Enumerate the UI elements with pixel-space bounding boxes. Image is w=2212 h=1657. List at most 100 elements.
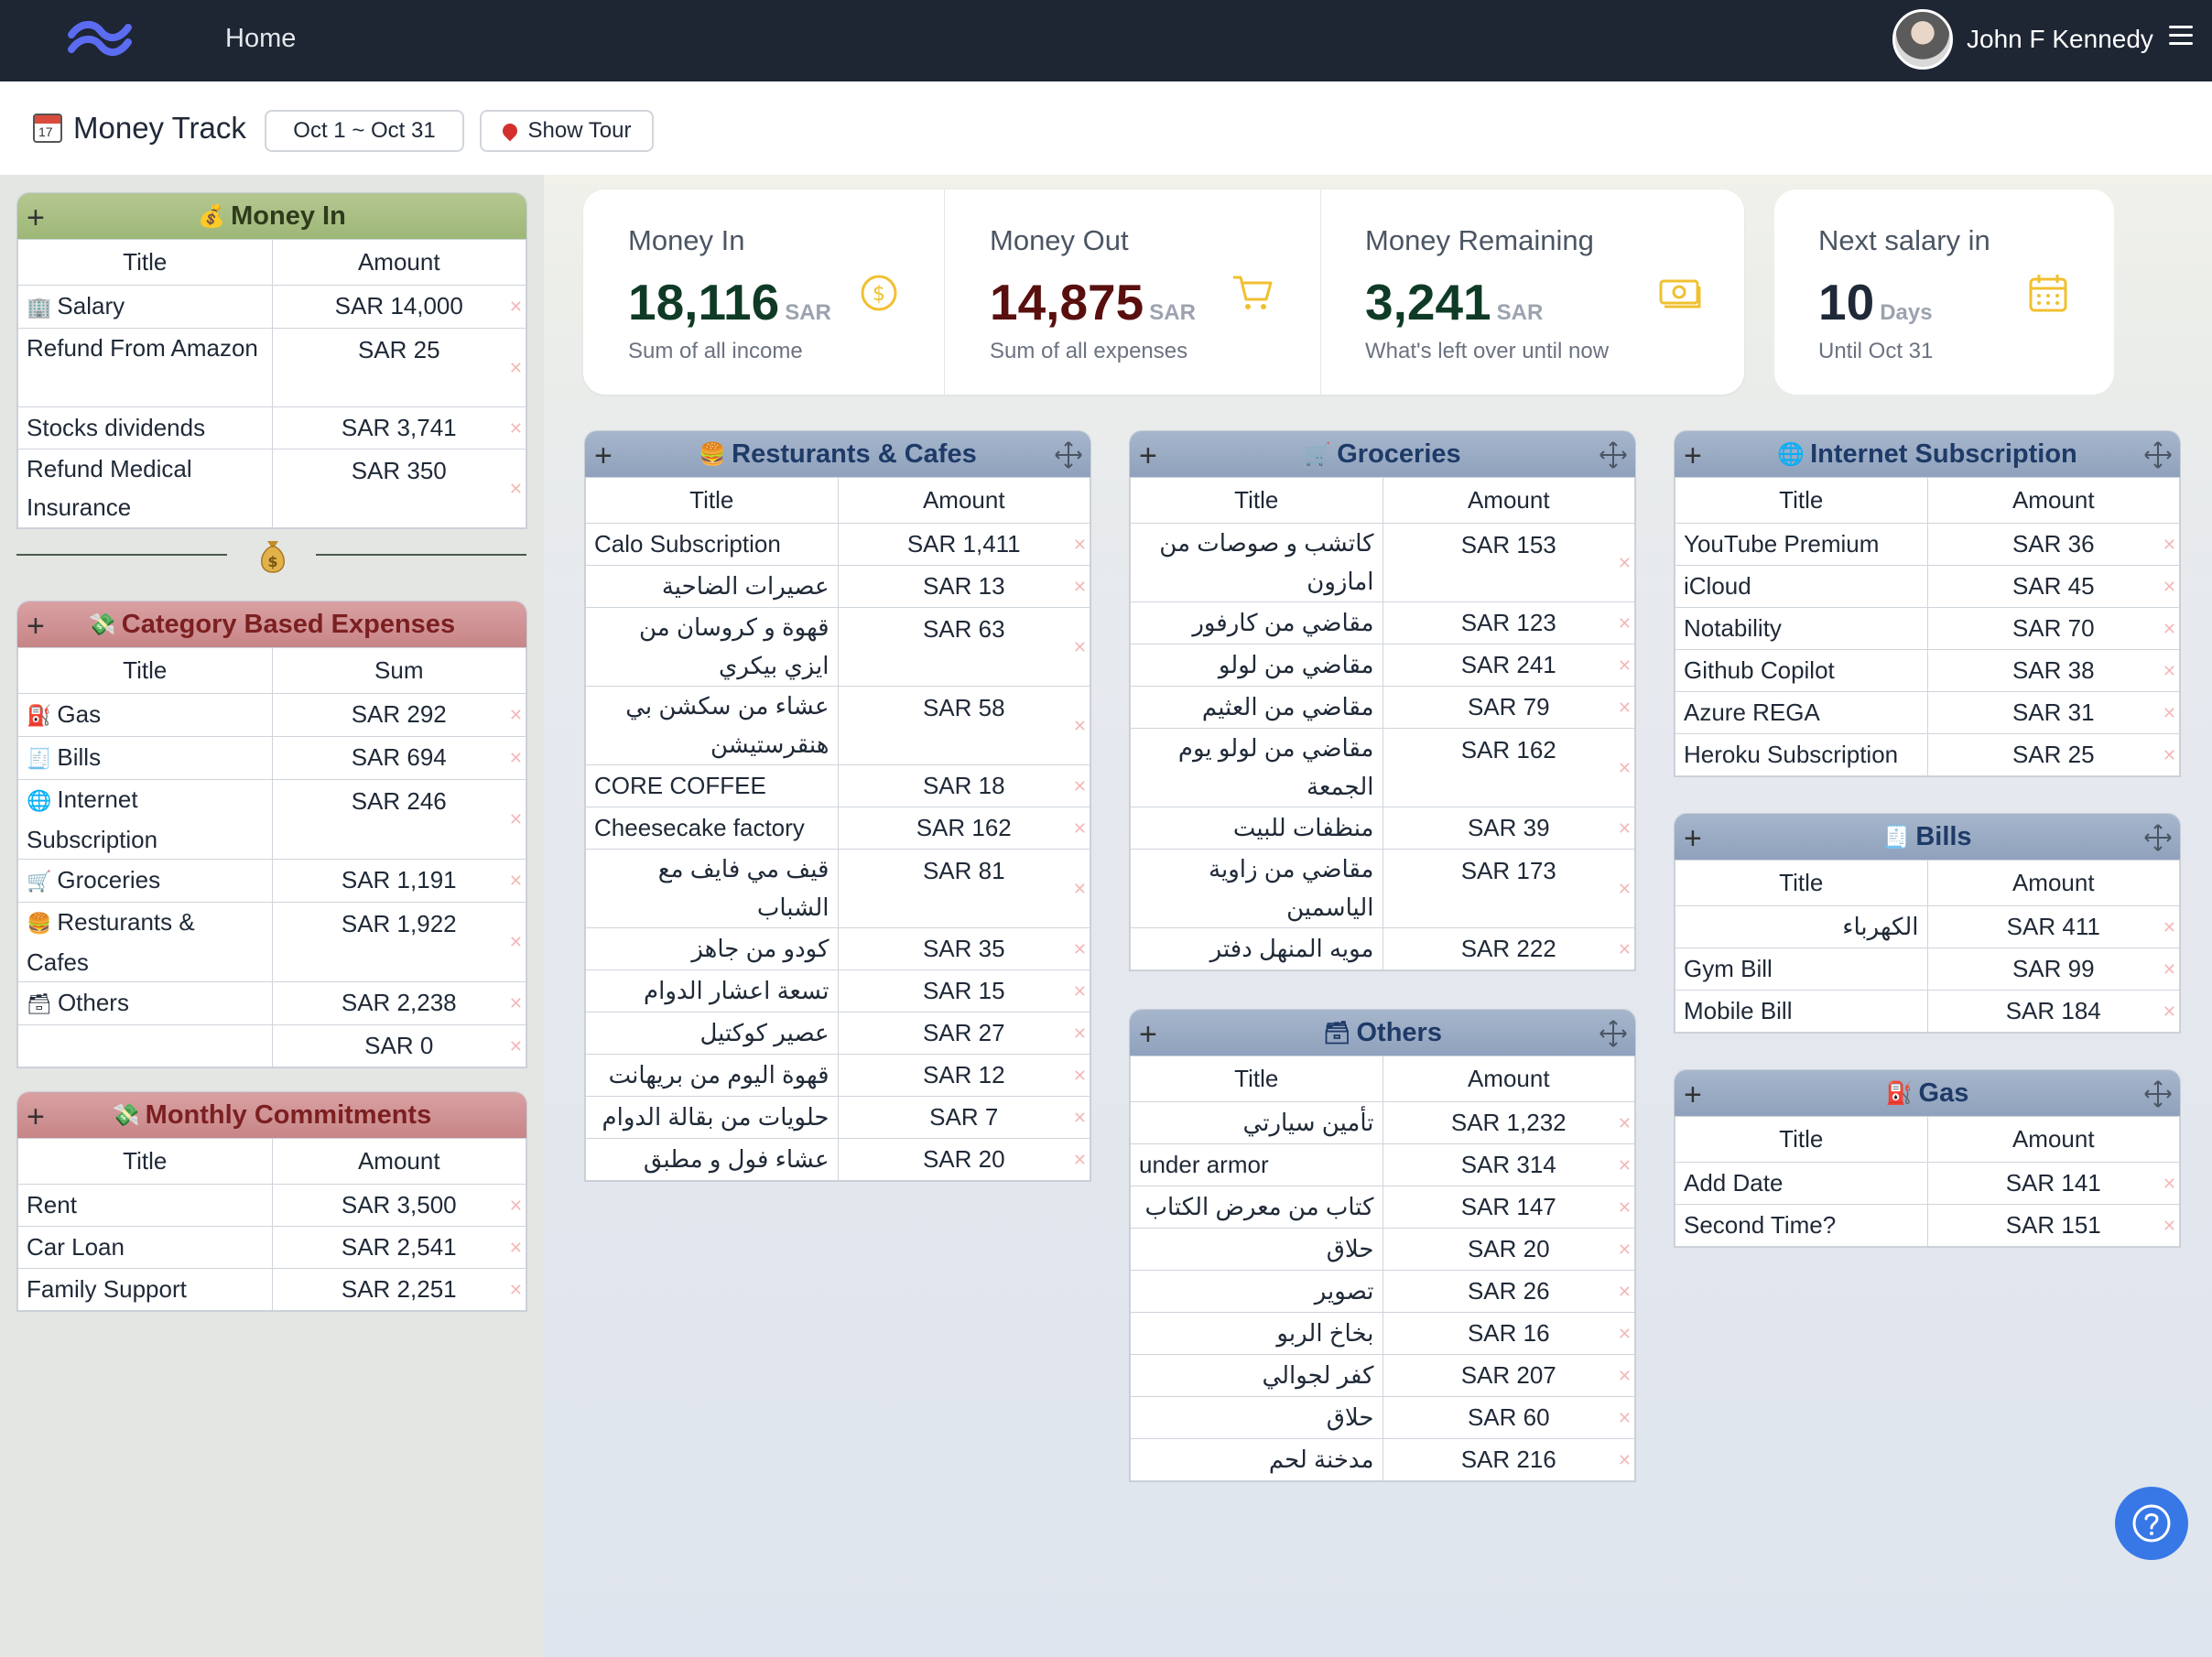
table-row[interactable]: قهوة و كروسان من ايزي بيكري SAR 63 ✕ <box>585 607 1090 687</box>
row-amount[interactable]: SAR 2,238 ✕ <box>271 981 526 1025</box>
row-amount[interactable]: SAR 25 ✕ <box>271 328 526 407</box>
row-amount[interactable]: SAR 0 ✕ <box>271 1024 526 1067</box>
table-row[interactable]: منظفات للبيت SAR 39 ✕ <box>1130 807 1635 850</box>
row-amount[interactable]: SAR 246 ✕ <box>271 779 526 860</box>
table-row[interactable]: عشاء فول و مطبق SAR 20 ✕ <box>585 1138 1090 1181</box>
row-title[interactable]: Second Time? <box>1675 1204 1928 1247</box>
table-row[interactable]: قيف مي فايف مع الشباب SAR 81 ✕ <box>585 849 1090 928</box>
table-row[interactable]: 🗃 Others SAR 2,238 ✕ <box>17 981 526 1025</box>
delete-icon[interactable]: ✕ <box>509 1240 523 1256</box>
delete-icon[interactable]: ✕ <box>509 481 523 497</box>
row-title[interactable]: YouTube Premium <box>1675 523 1928 566</box>
row-amount[interactable]: SAR 141 ✕ <box>1926 1162 2180 1205</box>
delete-icon[interactable]: ✕ <box>1618 555 1632 571</box>
row-amount[interactable]: SAR 1,232 ✕ <box>1382 1101 1635 1144</box>
delete-icon[interactable]: ✕ <box>1073 820 1087 837</box>
add-icon[interactable]: + <box>1684 1078 1702 1113</box>
row-amount[interactable]: SAR 292 ✕ <box>271 693 526 737</box>
move-icon[interactable] <box>1054 440 1083 470</box>
table-row[interactable]: تسعة اعشار الدوام SAR 15 ✕ <box>585 969 1090 1013</box>
row-amount[interactable]: SAR 2,251 ✕ <box>271 1268 526 1311</box>
row-amount[interactable]: SAR 60 ✕ <box>1382 1396 1635 1439</box>
row-title[interactable]: 🛒 Groceries <box>17 859 273 903</box>
delete-icon[interactable]: ✕ <box>1618 1326 1632 1342</box>
table-row[interactable]: 🏢 Salary SAR 14,000 ✕ <box>17 285 526 329</box>
row-amount[interactable]: SAR 411 ✕ <box>1926 905 2180 948</box>
row-title[interactable]: الكهرباء <box>1675 905 1928 948</box>
row-amount[interactable]: SAR 1,922 ✕ <box>271 902 526 982</box>
row-amount[interactable]: SAR 184 ✕ <box>1926 990 2180 1033</box>
row-title[interactable]: Stocks dividends <box>17 406 273 449</box>
row-title[interactable]: مقاضي من العثيم <box>1130 686 1383 729</box>
delete-icon[interactable]: ✕ <box>509 420 523 437</box>
delete-icon[interactable]: ✕ <box>2163 579 2176 595</box>
row-amount[interactable]: SAR 14,000 ✕ <box>271 285 526 329</box>
table-row[interactable]: YouTube Premium SAR 36 ✕ <box>1675 523 2180 566</box>
table-row[interactable]: عشاء من سكشن بي هنقرستيشن SAR 58 ✕ <box>585 686 1090 765</box>
row-title[interactable]: مقاضي من كارفور <box>1130 601 1383 644</box>
row-amount[interactable]: SAR 13 ✕ <box>837 565 1090 608</box>
row-amount[interactable]: SAR 36 ✕ <box>1926 523 2180 566</box>
row-amount[interactable]: SAR 207 ✕ <box>1382 1354 1635 1397</box>
add-icon[interactable]: + <box>27 1099 45 1135</box>
delete-icon[interactable]: ✕ <box>1073 1067 1087 1084</box>
add-icon[interactable]: + <box>27 609 45 644</box>
row-amount[interactable]: SAR 3,741 ✕ <box>271 406 526 449</box>
delete-icon[interactable]: ✕ <box>1618 1368 1632 1384</box>
row-title[interactable]: 🧾 Bills <box>17 736 273 780</box>
row-amount[interactable]: SAR 1,411 ✕ <box>837 523 1090 566</box>
row-title[interactable]: عشاء فول و مطبق <box>585 1138 839 1181</box>
date-range-button[interactable]: Oct 1 ~ Oct 31 <box>265 110 464 152</box>
nav-home-link[interactable]: Home <box>225 24 296 54</box>
delete-icon[interactable]: ✕ <box>509 995 523 1012</box>
table-row[interactable]: 🛒 Groceries SAR 1,191 ✕ <box>17 859 526 903</box>
row-title[interactable]: عصيرات الضاحية <box>585 565 839 608</box>
delete-icon[interactable]: ✕ <box>2163 1218 2176 1234</box>
table-row[interactable]: SAR 0 ✕ <box>17 1024 526 1067</box>
row-title[interactable]: Calo Subscription <box>585 523 839 566</box>
row-amount[interactable]: SAR 99 ✕ <box>1926 948 2180 991</box>
row-title[interactable]: حلويات من بقالة الدوام <box>585 1096 839 1139</box>
hamburger-menu-icon[interactable] <box>2169 26 2193 46</box>
delete-icon[interactable]: ✕ <box>1073 778 1087 795</box>
delete-icon[interactable]: ✕ <box>509 811 523 828</box>
delete-icon[interactable]: ✕ <box>1618 881 1632 897</box>
row-amount[interactable]: SAR 39 ✕ <box>1382 807 1635 850</box>
table-row[interactable]: مويه المنهل دفتر SAR 222 ✕ <box>1130 927 1635 970</box>
table-row[interactable]: Azure REGA SAR 31 ✕ <box>1675 691 2180 734</box>
move-icon[interactable] <box>1599 1019 1628 1048</box>
row-title[interactable]: منظفات للبيت <box>1130 807 1383 850</box>
row-amount[interactable]: SAR 15 ✕ <box>837 969 1090 1013</box>
row-title[interactable]: تسعة اعشار الدوام <box>585 969 839 1013</box>
row-title[interactable]: كفر لجوالي <box>1130 1354 1383 1397</box>
table-row[interactable]: ⛽ Gas SAR 292 ✕ <box>17 693 526 737</box>
row-amount[interactable]: SAR 79 ✕ <box>1382 686 1635 729</box>
delete-icon[interactable]: ✕ <box>509 750 523 766</box>
delete-icon[interactable]: ✕ <box>2163 1175 2176 1192</box>
table-row[interactable]: 🌐 Internet Subscription SAR 246 ✕ <box>17 779 526 860</box>
row-title[interactable]: عشاء من سكشن بي هنقرستيشن <box>585 686 839 765</box>
row-title[interactable]: كاتشب و صوصات من امازون <box>1130 523 1383 602</box>
row-title[interactable]: Family Support <box>17 1268 273 1311</box>
table-row[interactable]: مدخنة لحم SAR 216 ✕ <box>1130 1438 1635 1481</box>
row-title[interactable]: Gym Bill <box>1675 948 1928 991</box>
delete-icon[interactable]: ✕ <box>509 1282 523 1298</box>
table-row[interactable]: Add Date SAR 141 ✕ <box>1675 1162 2180 1205</box>
add-icon[interactable]: + <box>1139 1017 1157 1053</box>
row-amount[interactable]: SAR 241 ✕ <box>1382 644 1635 687</box>
table-row[interactable]: Heroku Subscription SAR 25 ✕ <box>1675 733 2180 776</box>
table-row[interactable]: Cheesecake factory SAR 162 ✕ <box>585 807 1090 850</box>
delete-icon[interactable]: ✕ <box>509 872 523 889</box>
row-title[interactable]: حلاق <box>1130 1228 1383 1271</box>
row-amount[interactable]: SAR 38 ✕ <box>1926 649 2180 692</box>
delete-icon[interactable]: ✕ <box>1073 941 1087 958</box>
table-row[interactable]: Notability SAR 70 ✕ <box>1675 607 2180 650</box>
row-title[interactable]: عصير كوكتيل <box>585 1012 839 1055</box>
table-row[interactable]: مقاضي من زاوية الياسمين SAR 173 ✕ <box>1130 849 1635 928</box>
table-row[interactable]: مقاضي من العثيم SAR 79 ✕ <box>1130 686 1635 729</box>
row-title[interactable]: Car Loan <box>17 1226 273 1269</box>
row-title[interactable] <box>17 1024 273 1067</box>
table-row[interactable]: كفر لجوالي SAR 207 ✕ <box>1130 1354 1635 1397</box>
delete-icon[interactable]: ✕ <box>1073 579 1087 595</box>
delete-icon[interactable]: ✕ <box>1618 1410 1632 1426</box>
